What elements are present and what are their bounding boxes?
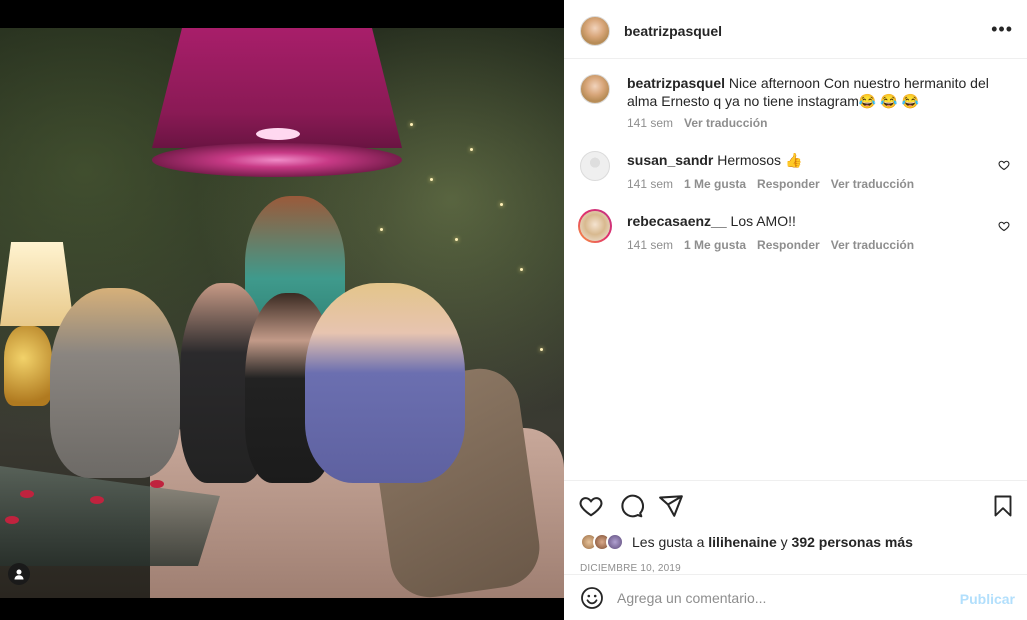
table-lamp-shade [0, 242, 74, 326]
like-heart-icon[interactable] [578, 493, 604, 519]
publish-button[interactable]: Publicar [960, 591, 1015, 607]
liker-avatar [606, 533, 624, 551]
comment-username[interactable]: susan_sandr [627, 152, 713, 168]
action-icons-group [578, 493, 684, 519]
table-lamp-base [4, 326, 52, 406]
user-tag-icon[interactable] [8, 563, 30, 585]
caption-username[interactable]: beatrizpasquel [627, 75, 725, 91]
author-username[interactable]: beatrizpasquel [624, 23, 722, 39]
comment-content: Los AMO!! [730, 213, 796, 229]
comment-input[interactable] [617, 589, 947, 606]
caption-translate-button[interactable]: Ver traducción [684, 116, 767, 130]
person-blonde [305, 283, 465, 483]
likes-others[interactable]: 392 personas más [792, 534, 913, 550]
fairy-light [470, 148, 473, 151]
comment-likes-count[interactable]: 1 Me gusta [684, 177, 746, 191]
fairy-light [380, 228, 383, 231]
likes-prefix: Les gusta a [632, 534, 705, 550]
author-avatar[interactable] [580, 15, 610, 46]
comment-username[interactable]: rebecasaenz__ [627, 213, 727, 229]
comment-meta: 141 sem 1 Me gusta Responder Ver traducc… [627, 238, 914, 252]
fairy-light [410, 123, 413, 126]
reply-button[interactable]: Responder [757, 177, 820, 191]
caption-text: beatrizpasquel Nice afternoon Con nuestr… [627, 74, 997, 110]
comment-content: Hermosos 👍 [717, 152, 803, 168]
commenter-avatar[interactable] [578, 209, 612, 243]
fairy-light [430, 178, 433, 181]
save-bookmark-icon[interactable] [991, 494, 1015, 518]
add-comment-bar: Publicar [564, 574, 1027, 620]
comments-list: beatrizpasquel Nice afternoon Con nuestr… [564, 60, 1027, 480]
rose-petal [150, 480, 164, 488]
comment-meta: 141 sem 1 Me gusta Responder Ver traducc… [627, 177, 914, 191]
share-paper-plane-icon[interactable] [658, 493, 684, 519]
comment-like-heart-icon[interactable] [998, 159, 1010, 171]
commenter-avatar[interactable] [580, 151, 610, 181]
comment-age[interactable]: 141 sem [627, 177, 673, 191]
caption-age[interactable]: 141 sem [627, 116, 673, 130]
person-left [50, 288, 180, 478]
post-photo [0, 28, 564, 603]
post-header: beatrizpasquel ••• [564, 3, 1027, 59]
author-avatar[interactable] [580, 74, 610, 104]
comment-like-heart-icon[interactable] [998, 220, 1010, 232]
rose-petal [90, 496, 104, 504]
post-media[interactable] [0, 0, 564, 620]
lamp-bulb [256, 128, 300, 140]
comment-age[interactable]: 141 sem [627, 238, 673, 252]
reply-button[interactable]: Responder [757, 238, 820, 252]
comment-text: rebecasaenz__ Los AMO!! [627, 212, 997, 230]
likes-summary[interactable]: Les gusta a lilihenaine y 392 personas m… [580, 533, 913, 551]
fairy-light [455, 238, 458, 241]
comment-bubble-icon[interactable] [618, 493, 645, 519]
post-side-panel: beatrizpasquel ••• beatrizpasquel Nice a… [564, 0, 1027, 620]
more-options-icon[interactable]: ••• [991, 20, 1013, 38]
caption-meta: 141 sem Ver traducción [627, 116, 767, 130]
rose-petal [20, 490, 34, 498]
comment-text: susan_sandr Hermosos 👍 [627, 151, 997, 169]
liker-avatars [580, 533, 624, 551]
fairy-light [500, 203, 503, 206]
emoji-picker-icon[interactable] [580, 586, 604, 610]
rose-petal [5, 516, 19, 524]
comment-likes-count[interactable]: 1 Me gusta [684, 238, 746, 252]
likes-connector: y [780, 534, 788, 550]
post-date[interactable]: DICIEMBRE 10, 2019 [580, 563, 681, 574]
translate-button[interactable]: Ver traducción [831, 177, 914, 191]
pink-lamp-rim [152, 143, 402, 177]
translate-button[interactable]: Ver traducción [831, 238, 914, 252]
fairy-light [520, 268, 523, 271]
likes-user[interactable]: lilihenaine [708, 534, 776, 550]
fairy-light [540, 348, 543, 351]
